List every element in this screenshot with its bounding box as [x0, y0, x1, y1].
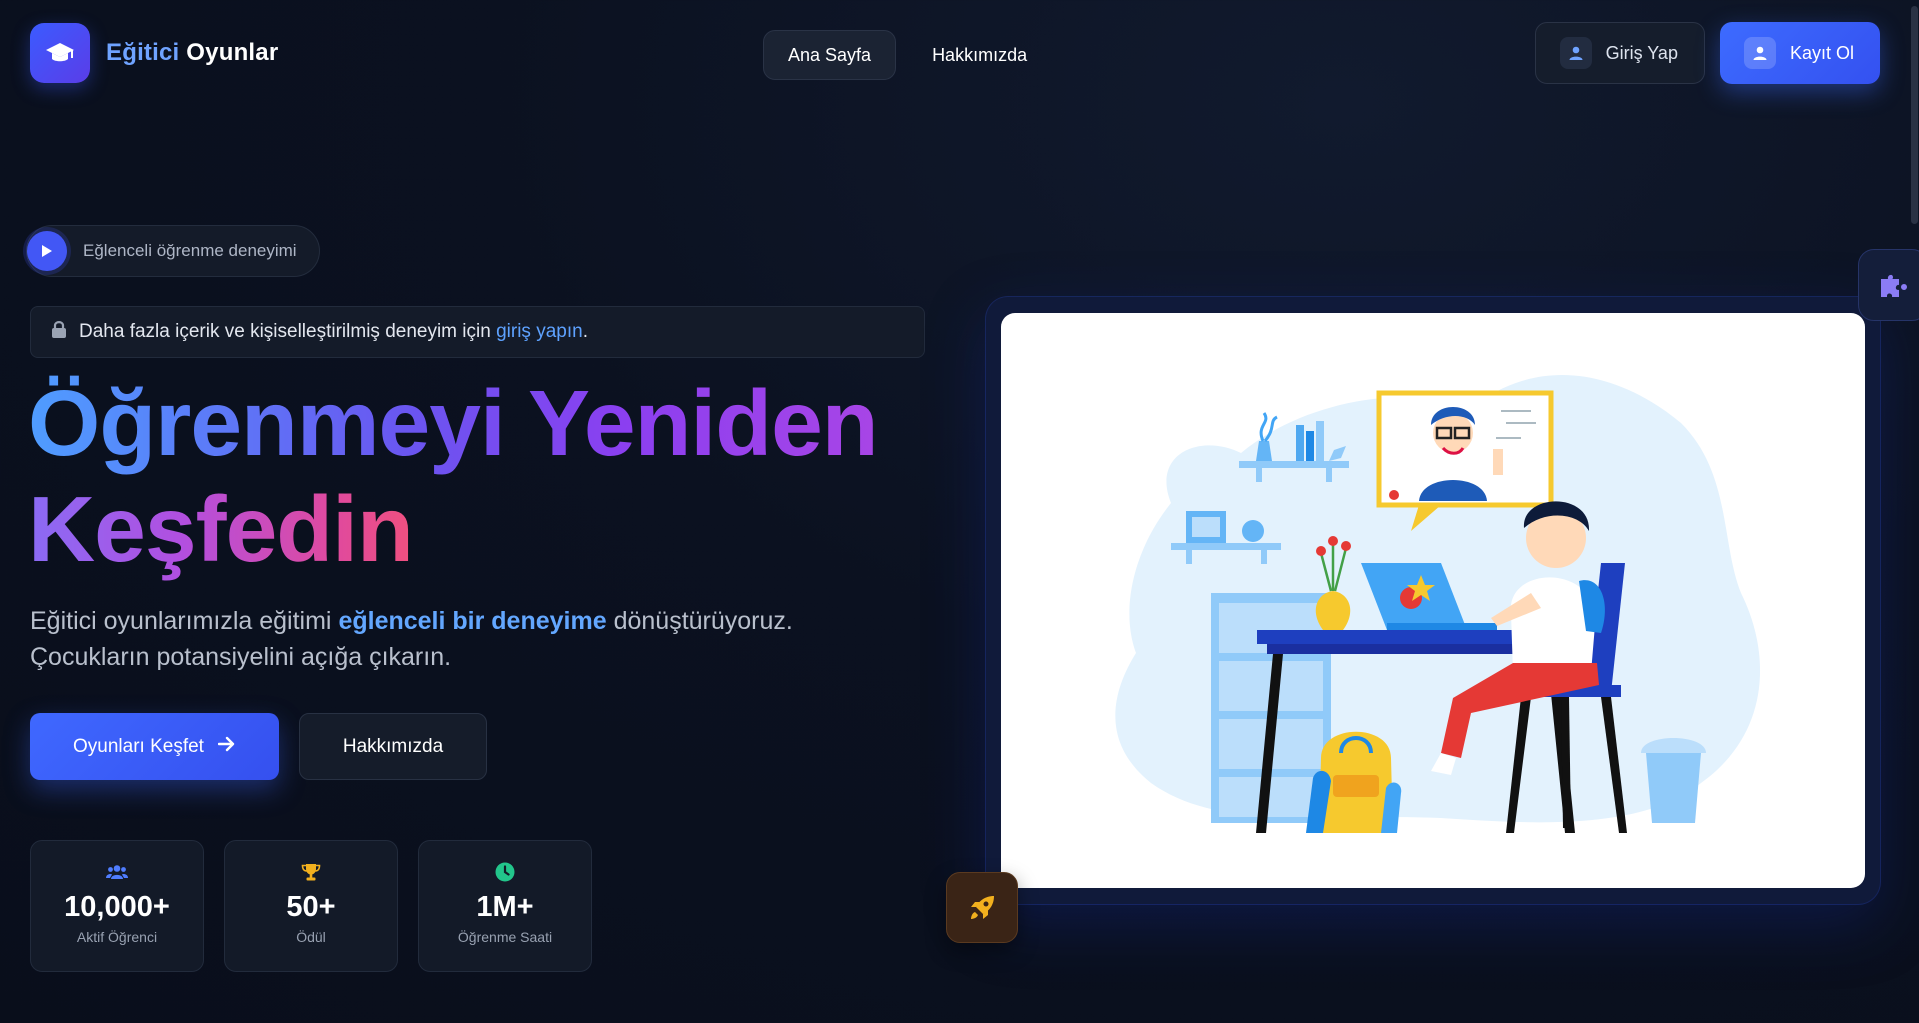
register-label: Kayıt Ol [1789, 42, 1854, 63]
lock-icon [51, 320, 67, 345]
users-icon [106, 861, 128, 883]
hero-title: Öğrenmeyi Yeniden Keşfedin [28, 370, 928, 582]
register-button[interactable]: Kayıt Ol [1719, 22, 1880, 84]
stat-label: Aktif Öğrenci [76, 929, 158, 945]
logo[interactable]: Eğitici Oyunlar [30, 23, 278, 83]
about-button[interactable]: Hakkımızda [299, 713, 487, 780]
logo-text-part1: Eğitici [106, 39, 180, 66]
main-nav: Ana Sayfa Hakkımızda [763, 30, 1051, 80]
stat-value: 1M+ [476, 891, 534, 923]
pill-text: Eğlenceli öğrenme deneyimi [83, 241, 297, 260]
stats-row: 10,000+ Aktif Öğrenci 50+ Ödül 1M+ Öğren… [30, 840, 592, 972]
explore-games-button[interactable]: Oyunları Keşfet [30, 713, 279, 780]
stat-label: Öğrenme Saati [457, 929, 553, 945]
stat-card-students: 10,000+ Aktif Öğrenci [30, 840, 204, 972]
nav-item-about[interactable]: Hakkımızda [908, 30, 1051, 80]
hero-title-line1: Öğrenmeyi Yeniden [28, 371, 879, 475]
stat-card-hours: 1M+ Öğrenme Saati [418, 840, 592, 972]
user-icon [1559, 37, 1592, 69]
subtitle-start: Eğitici oyunlarımızla eğitimi [30, 607, 332, 635]
login-button[interactable]: Giriş Yap [1534, 22, 1705, 84]
rocket-icon[interactable] [946, 872, 1018, 943]
student-online-learning-illustration [1001, 313, 1865, 888]
arrow-right-icon [217, 736, 236, 758]
user-icon [1743, 37, 1776, 69]
hero-subtitle: Eğitici oyunlarımızla eğitimi eğlenceli … [30, 603, 890, 675]
nav-item-home[interactable]: Ana Sayfa [763, 30, 897, 80]
logo-text: Eğitici Oyunlar [106, 39, 278, 67]
stat-card-awards: 50+ Ödül [224, 840, 398, 972]
login-notice: Daha fazla içerik ve kişiselleştirilmiş … [30, 306, 925, 358]
subtitle-line2: Çocukların potansiyelini açığa çıkarın. [30, 643, 452, 671]
trophy-icon [301, 861, 321, 883]
auth-buttons: Giriş Yap Kayıt Ol [1534, 22, 1880, 84]
notice-text: Daha fazla içerik ve kişiselleştirilmiş … [79, 321, 491, 342]
subtitle-end: dönüştürüyoruz. [613, 607, 793, 635]
play-icon [27, 231, 67, 271]
login-label: Giriş Yap [1605, 42, 1678, 63]
stat-value: 50+ [286, 891, 336, 923]
stat-value: 10,000+ [64, 891, 170, 923]
login-link[interactable]: giriş yapın [496, 321, 583, 342]
experience-pill: Eğlenceli öğrenme deneyimi [26, 225, 320, 277]
explore-games-label: Oyunları Keşfet [73, 735, 204, 757]
logo-text-part2: Oyunlar [186, 39, 279, 66]
subtitle-highlight: eğlenceli bir deneyime [338, 607, 607, 635]
hero-title-line2: Keşfedin [28, 477, 414, 581]
graduation-cap-icon [30, 23, 90, 83]
notice-end: . [582, 321, 588, 342]
stat-label: Ödül [296, 929, 326, 945]
scrollbar-thumb[interactable] [1911, 6, 1918, 224]
page-scrollbar[interactable] [1909, 0, 1919, 1023]
clock-icon [495, 861, 515, 883]
